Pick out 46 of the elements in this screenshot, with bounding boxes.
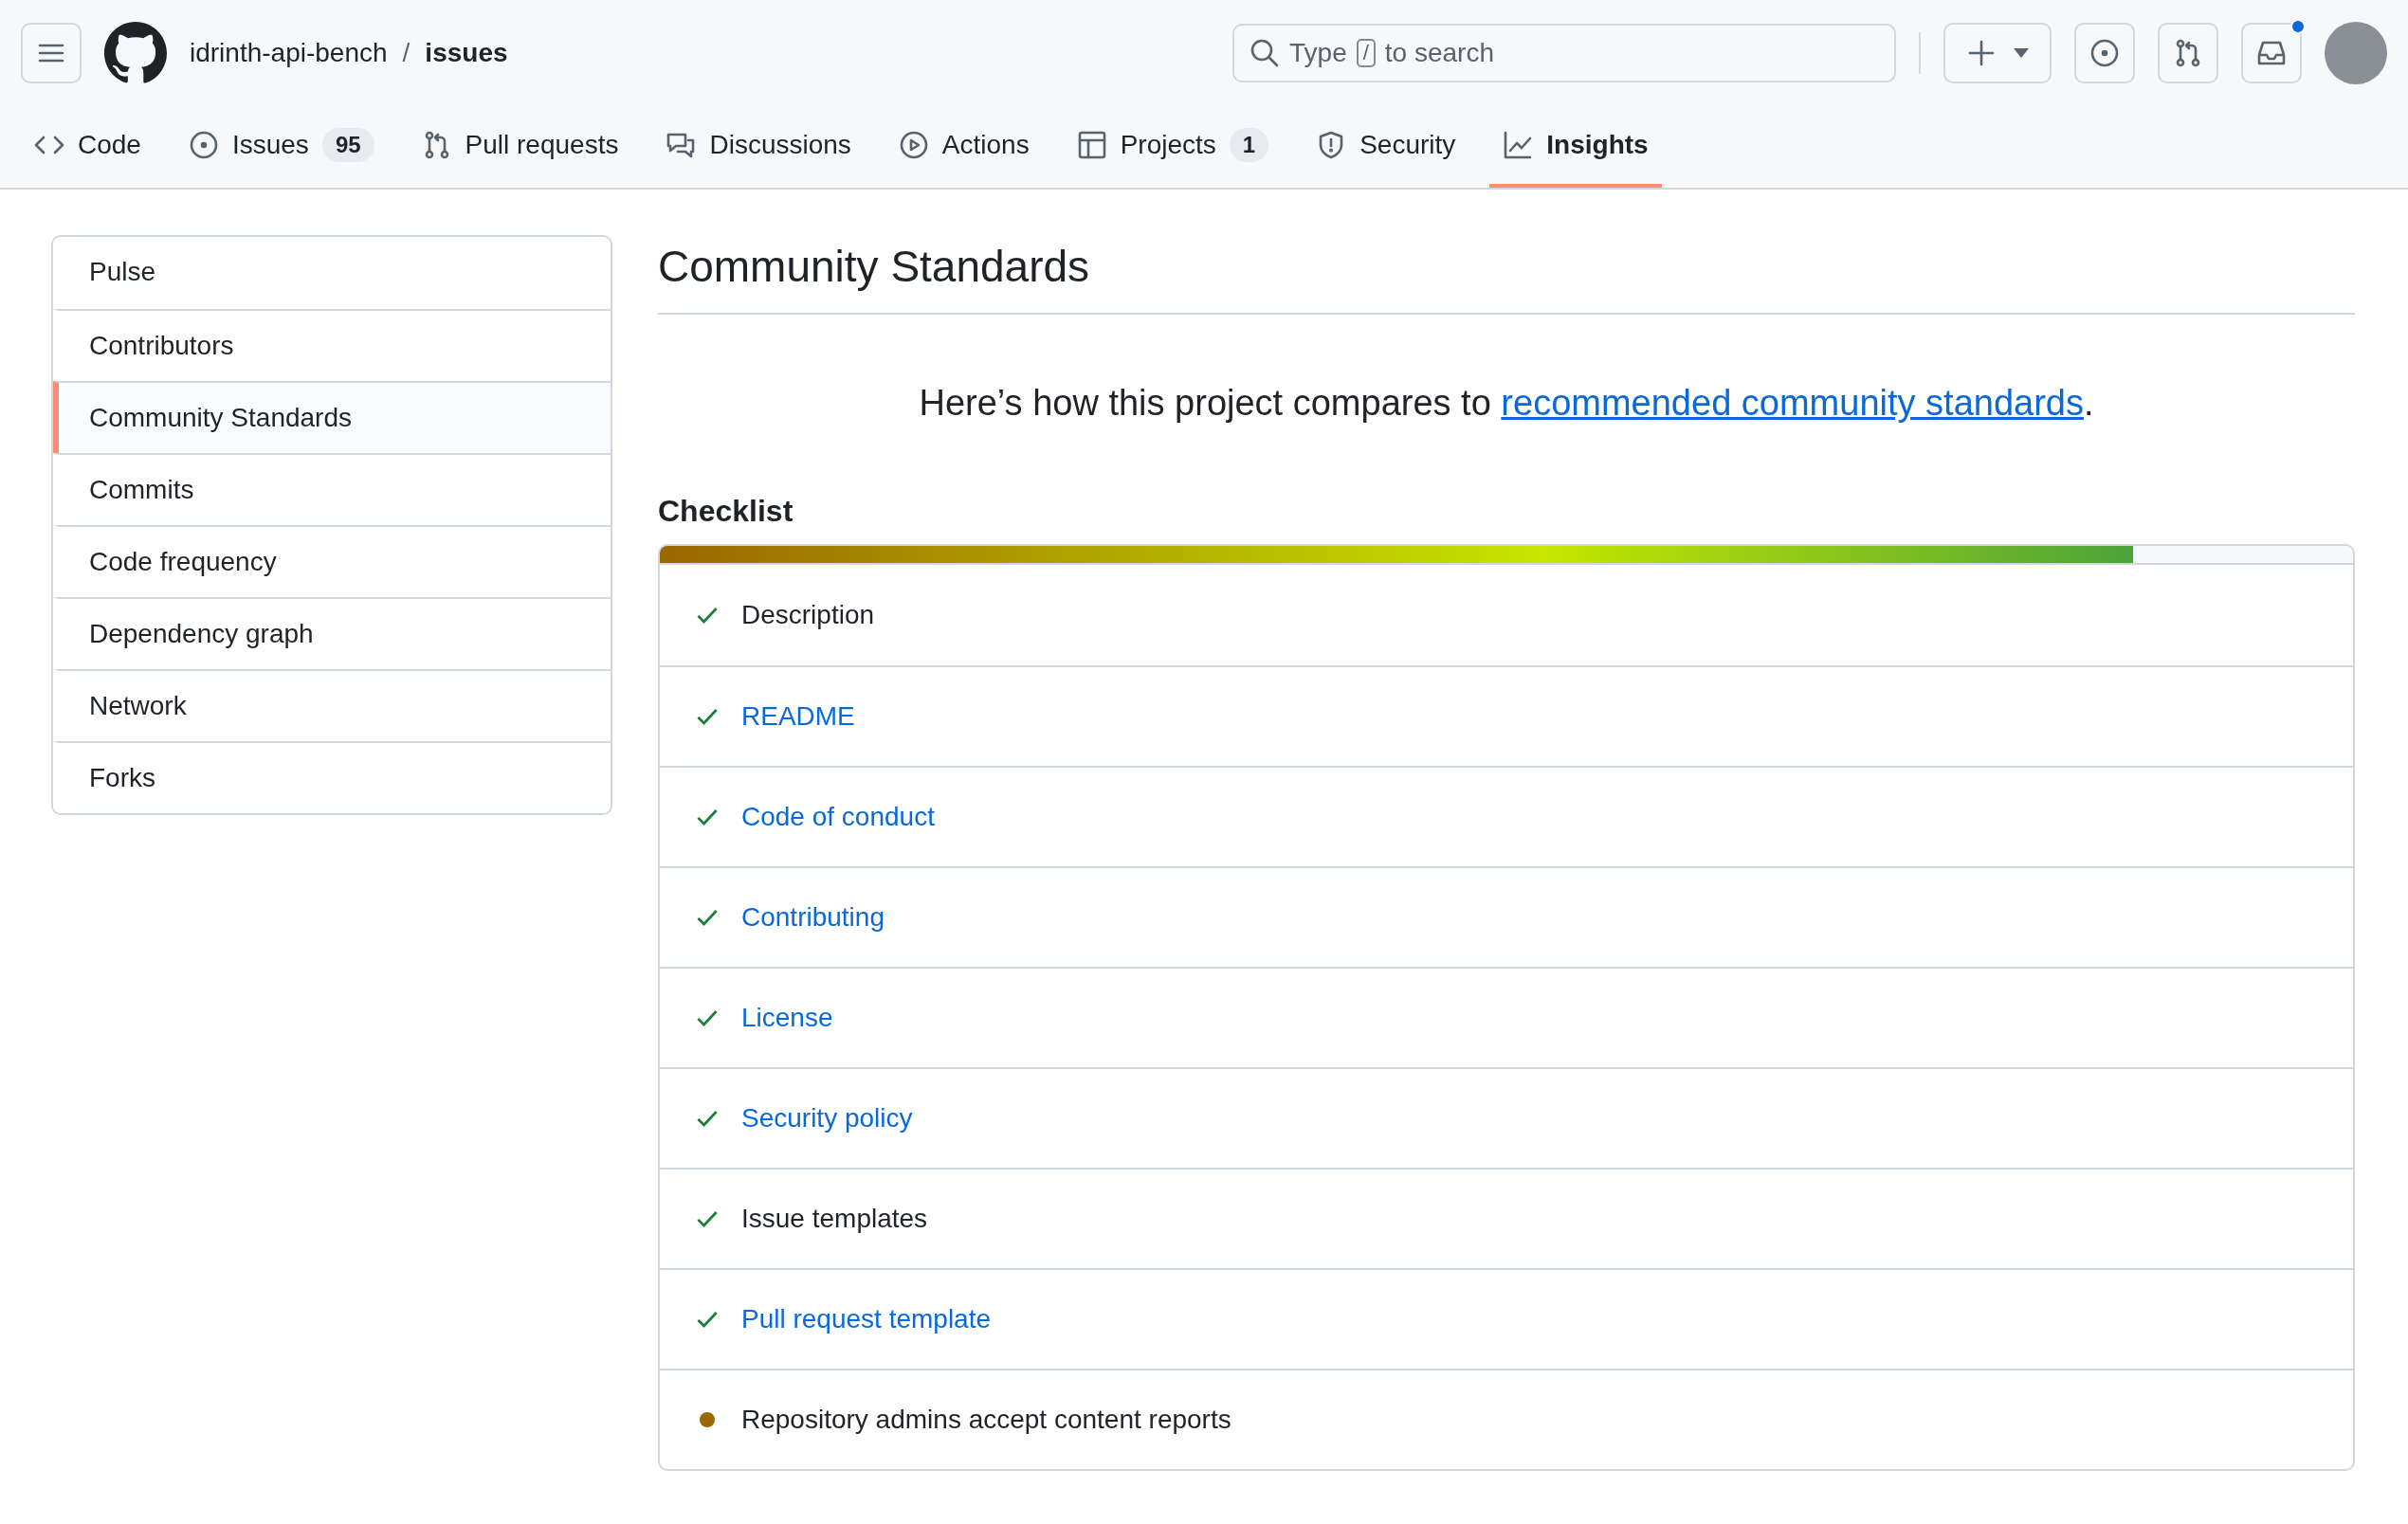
plus-icon <box>1966 38 1997 68</box>
checklist-item: Repository admins accept content reports <box>741 1405 1231 1435</box>
standards-link[interactable]: recommended community standards <box>1501 383 2084 423</box>
checklist-link[interactable]: License <box>741 1003 833 1033</box>
caret-icon <box>2014 48 2029 58</box>
checklist-link[interactable]: Code of conduct <box>741 802 935 832</box>
pull-requests-button[interactable] <box>2158 23 2218 83</box>
checklist-link[interactable]: Security policy <box>741 1103 913 1134</box>
checklist-link[interactable]: Contributing <box>741 902 885 933</box>
checklist-item: Issue templates <box>741 1204 928 1234</box>
repo-tab[interactable]: Actions <box>885 106 1043 188</box>
create-new-button[interactable] <box>1943 23 2052 83</box>
tab-counter: 1 <box>1229 128 1269 162</box>
issue-icon <box>2089 38 2120 68</box>
repo-tab[interactable]: Discussions <box>652 106 865 188</box>
repo-tab[interactable]: Issues 95 <box>174 106 388 188</box>
menu-button[interactable] <box>21 23 82 83</box>
menu-item[interactable]: Forks <box>53 741 611 813</box>
table-icon <box>1076 130 1107 160</box>
owner-link[interactable]: idrinth-api-bench <box>190 38 388 68</box>
search-placeholder: to search <box>1384 38 1494 68</box>
checklist-link[interactable]: Pull request template <box>741 1304 992 1334</box>
shortcut-key: / <box>1356 39 1376 67</box>
checklist-link[interactable]: README <box>741 701 855 732</box>
octocat-logo-icon[interactable] <box>104 22 167 84</box>
intro-text: Here’s how this project compares to recommended community standards. <box>918 383 2095 424</box>
repo-link[interactable]: issues <box>425 38 508 68</box>
breadcrumb-separator: / <box>402 38 410 68</box>
menu-item[interactable]: Community Standards <box>53 381 611 453</box>
repo-tab[interactable]: Pull requests <box>408 106 632 188</box>
checklist-item: Description <box>741 600 875 630</box>
play-icon <box>898 130 929 160</box>
repo-tab[interactable]: Projects 1 <box>1063 106 1283 188</box>
graph-icon <box>1503 130 1534 160</box>
search-icon <box>1250 38 1280 68</box>
checklist-heading: Checklist <box>658 494 794 529</box>
issues-button[interactable] <box>2074 23 2135 83</box>
repo-tab[interactable]: Code <box>21 106 155 188</box>
search-placeholder: Type <box>1289 38 1347 68</box>
tab-counter: 95 <box>321 128 374 162</box>
search-field[interactable]: Type / to search <box>1232 24 1896 82</box>
inbox-button[interactable] <box>2241 23 2302 83</box>
repo-tab[interactable]: Insights <box>1489 106 1662 188</box>
issue-icon <box>188 130 219 160</box>
repo-tab[interactable]: Security <box>1303 106 1469 188</box>
page-title: Community Standards <box>658 235 2355 315</box>
